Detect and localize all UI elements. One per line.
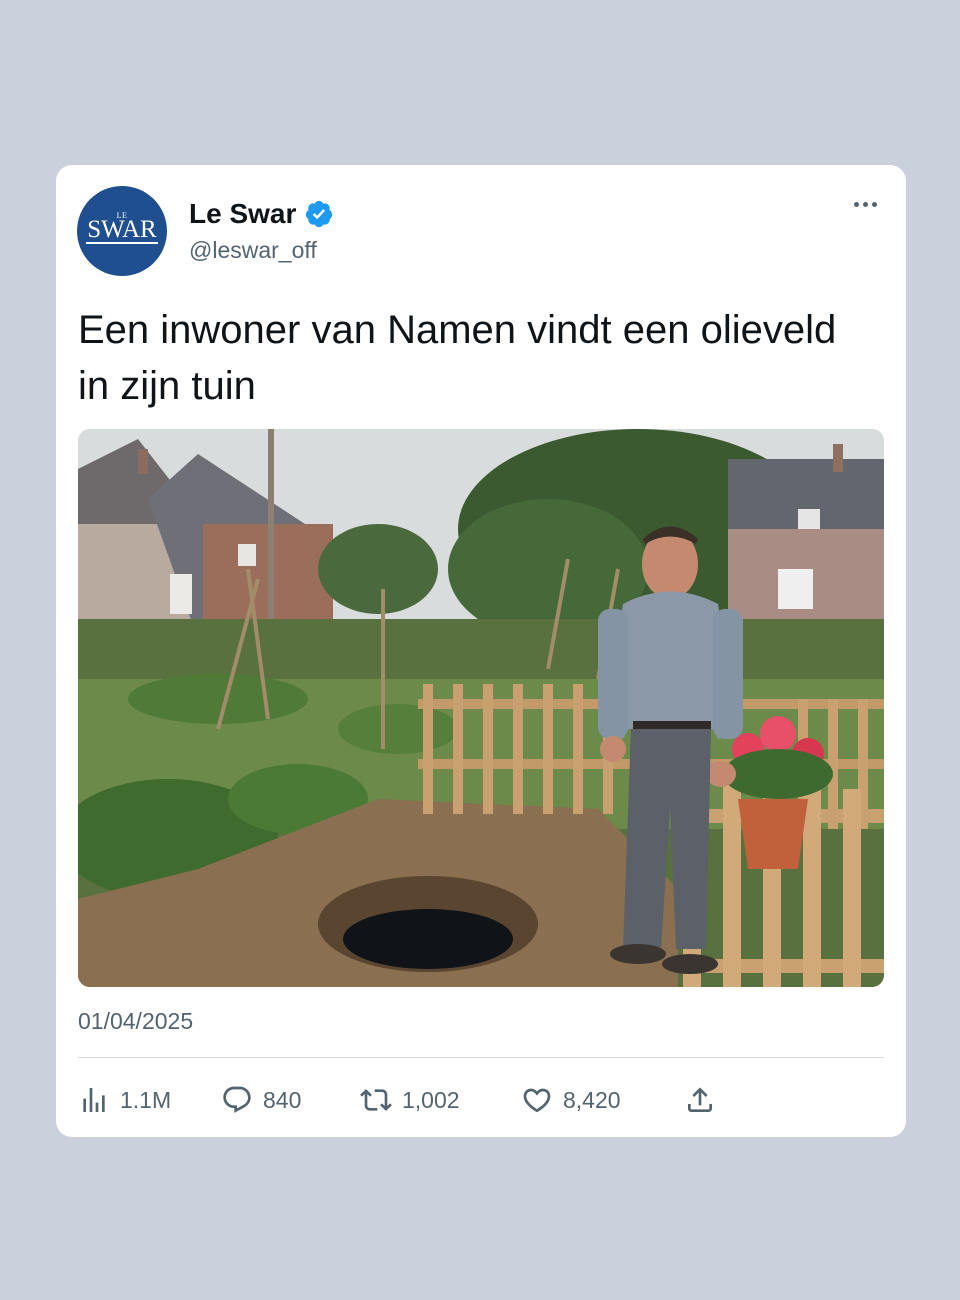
tweet-text: Een inwoner van Namen vindt een olieveld… (78, 308, 837, 408)
views-chart-icon (83, 1088, 105, 1112)
like-count: 8,420 (563, 1086, 621, 1113)
reply-count: 840 (263, 1086, 302, 1113)
avatar-logo-text: SWAR (86, 216, 158, 244)
verified-badge-icon (306, 200, 333, 228)
share-upload-icon (688, 1087, 712, 1112)
reply-button[interactable]: 840 (221, 1080, 301, 1120)
like-button[interactable]: 8,420 (521, 1080, 621, 1120)
tweet-actions: 1.1M 840 1,002 8,420 (78, 1080, 884, 1120)
repost-button[interactable]: 1,002 (360, 1080, 460, 1120)
views-count: 1.1M (120, 1086, 172, 1113)
tweet-card: LE SWAR Le Swar @leswar_off Een inwoner … (56, 165, 906, 1137)
share-button[interactable] (684, 1080, 716, 1120)
tweet-date[interactable]: 01/04/2025 (78, 1008, 193, 1035)
avatar[interactable]: LE SWAR (77, 186, 167, 276)
tweet-photo[interactable] (78, 429, 884, 987)
garden-photo-illustration (78, 429, 884, 987)
more-dots-icon[interactable] (854, 199, 882, 209)
avatar-logo: LE SWAR (86, 211, 158, 244)
repost-icon (360, 1089, 392, 1111)
author-handle[interactable]: @leswar_off (189, 237, 317, 264)
reply-bubble-icon (223, 1086, 251, 1113)
avatar-logo-small-text: LE (116, 211, 128, 220)
author-name-row: Le Swar (189, 198, 334, 230)
heart-icon (523, 1088, 551, 1113)
repost-count: 1,002 (402, 1086, 460, 1113)
display-name[interactable]: Le Swar (189, 198, 296, 230)
divider (78, 1057, 884, 1058)
views-stat[interactable]: 1.1M (78, 1080, 171, 1120)
